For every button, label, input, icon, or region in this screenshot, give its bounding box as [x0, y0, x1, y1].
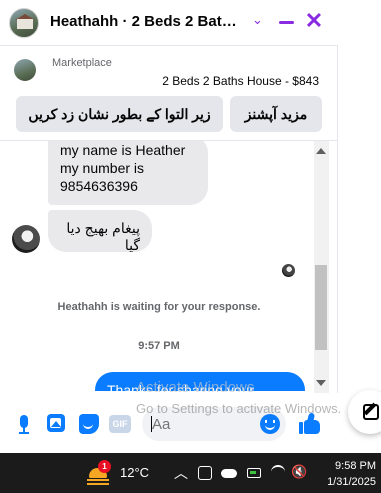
volume-muted-icon[interactable]: 🔇 [291, 464, 307, 480]
sticker-icon[interactable] [78, 413, 100, 435]
sender-avatar[interactable] [12, 225, 40, 253]
microphone-icon[interactable] [13, 413, 35, 435]
clock-time: 9:58 PM [335, 460, 376, 472]
listing-thumbnail[interactable] [14, 59, 36, 81]
notification-badge: 1 [98, 460, 111, 473]
like-palm [304, 420, 320, 434]
message-line: my number is [60, 160, 145, 176]
chat-title[interactable]: Heathahh · 2 Beds 2 Baths ... [50, 13, 245, 30]
image-mountain [51, 421, 61, 427]
onedrive-icon[interactable] [221, 469, 237, 478]
seen-indicator-avatar [282, 264, 295, 277]
waiting-status: Heathahh is waiting for your response. [57, 301, 261, 313]
scrollbar-thumb[interactable] [315, 265, 327, 350]
message-line: my name is Heather [60, 142, 186, 158]
like-cuff [299, 422, 303, 434]
message-bubble-incoming[interactable]: my name is Heather my number is 98546363… [48, 141, 208, 205]
chevron-down-icon[interactable]: ⌄ [252, 12, 263, 28]
haze-line [87, 483, 109, 485]
temperature[interactable]: 12°C [120, 465, 149, 480]
mark-as-pending-button[interactable]: زیر التوا کے بطور نشان زد کریں [16, 96, 223, 132]
listing-subtitle[interactable]: 2 Beds 2 Baths House - $843 [162, 74, 319, 88]
listing-avatar[interactable] [9, 8, 39, 38]
close-icon[interactable]: ✕ [304, 10, 324, 32]
taskbar: 1 12°C ︿ 🔇 9:58 PM 1/31/2025 [0, 453, 381, 493]
timestamp: 9:57 PM [138, 340, 180, 352]
new-message-button[interactable] [348, 390, 381, 434]
minimize-icon[interactable] [278, 12, 296, 32]
text-caret [151, 416, 152, 432]
marketplace-label: Marketplace [52, 57, 112, 69]
image-icon[interactable] [45, 413, 67, 435]
clock-date: 1/31/2025 [327, 476, 376, 488]
activate-windows-title: Activate Windows [136, 379, 255, 396]
activate-windows-hint: Go to Settings to activate Windows. [136, 401, 342, 416]
message-line: 9854636396 [60, 178, 138, 194]
house-graphic [17, 19, 33, 29]
message-list: my name is Heather my number is 98546363… [0, 141, 312, 391]
gif-icon[interactable]: GIF [109, 413, 133, 435]
tray-app-icon[interactable] [198, 466, 212, 480]
chat-header: Heathahh · 2 Beds 2 Baths ... ⌄ ✕ [0, 0, 338, 46]
mic-base [19, 432, 29, 434]
gif-label: GIF [109, 415, 131, 433]
battery-icon[interactable] [247, 468, 261, 478]
system-clock[interactable]: 9:58 PM 1/31/2025 [318, 458, 376, 490]
message-bubble-incoming[interactable]: پیغام بھیج دیا گیا [48, 210, 152, 253]
haze-line [87, 479, 109, 481]
quick-actions: مزید آپشنز زیر التوا کے بطور نشان زد کری… [16, 96, 322, 132]
emoji-icon[interactable] [260, 414, 280, 434]
more-options-button[interactable]: مزید آپشنز [230, 96, 322, 132]
show-hidden-icons-icon[interactable]: ︿ [174, 463, 188, 481]
scroll-up-arrow-icon[interactable] [316, 148, 326, 154]
wifi-icon[interactable] [271, 465, 285, 479]
scroll-down-arrow-icon[interactable] [316, 380, 326, 386]
